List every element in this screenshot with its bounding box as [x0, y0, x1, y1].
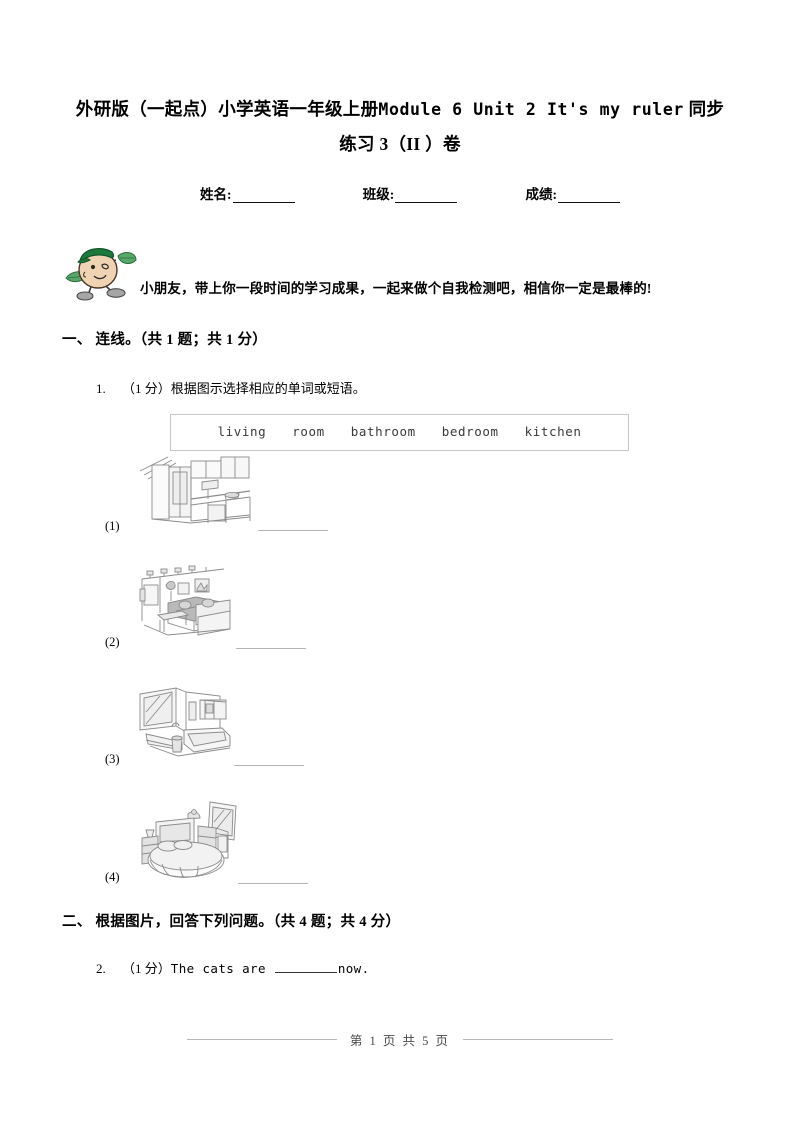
student-name-label: 姓名:	[200, 187, 232, 202]
question-2-number: 2.	[96, 961, 106, 976]
student-name-blank[interactable]	[232, 189, 295, 203]
match-item-3-answer-blank[interactable]	[234, 764, 304, 766]
bedroom-bed-line-drawing-icon	[138, 800, 250, 887]
word-bank-words: living room bathroom bedroom kitchen	[171, 424, 628, 439]
student-score-blank[interactable]	[558, 189, 620, 203]
match-item-1: (1)	[96, 455, 656, 543]
kitchen-line-drawing-icon	[138, 455, 256, 540]
student-class-blank[interactable]	[395, 189, 458, 203]
student-score-field[interactable]: 成绩:	[525, 183, 620, 203]
footer-divider-left	[186, 1039, 337, 1040]
match-item-1-answer-blank[interactable]	[258, 529, 328, 531]
section-heading-two: 二、 根据图片，回答下列问题。（共 4 题；共 4 分）	[62, 914, 401, 930]
student-class-field[interactable]: 班级:	[363, 183, 458, 203]
question-1: 1. （1 分）根据图示选择相应的单词或短语。	[96, 378, 366, 397]
page-title-line1-english: Module 6 Unit 2 It's my ruler	[378, 100, 684, 119]
question-2-points: （1 分）	[122, 961, 171, 976]
match-item-2-label: (2)	[105, 635, 120, 649]
bathroom-bathtub-line-drawing-icon	[138, 682, 244, 767]
word-bank-item-living[interactable]: living	[217, 424, 266, 439]
living-room-sofa-line-drawing-icon	[138, 565, 246, 650]
student-info-row: 姓名: 班级: 成绩:	[200, 183, 620, 203]
cartoon-boy-mascot-icon	[62, 240, 140, 302]
match-item-2: (2)	[96, 565, 656, 658]
footer-page-number: 第 1 页 共 5 页	[349, 1034, 451, 1048]
match-item-4-label: (4)	[105, 870, 120, 884]
section-heading-one: 一、 连线。（共 1 题；共 1 分）	[62, 332, 268, 348]
page-title-line1-prefix: 外研版（一起点）小学英语一年级上册	[75, 99, 379, 119]
match-item-4-answer-blank[interactable]	[238, 882, 308, 884]
word-bank-item-bedroom[interactable]: bedroom	[442, 424, 499, 439]
question-2: 2. （1 分）The cats are now.	[96, 958, 370, 977]
footer-divider-right	[463, 1039, 614, 1040]
match-item-4: (4)	[96, 800, 656, 895]
word-bank-box: living room bathroom bedroom kitchen	[170, 414, 629, 451]
page-footer: 第 1 页 共 5 页	[0, 1030, 800, 1049]
word-bank-item-bathroom[interactable]: bathroom	[351, 424, 416, 439]
match-item-1-label: (1)	[105, 519, 120, 533]
encouragement-text: 小朋友，带上你一段时间的学习成果，一起来做个自我检测吧，相信你一定是最棒的!	[140, 281, 652, 296]
word-bank-item-kitchen[interactable]: kitchen	[525, 424, 582, 439]
student-name-field[interactable]: 姓名:	[200, 183, 295, 203]
question-2-text-before-blank: The cats are	[170, 961, 274, 976]
question-2-text-after-blank: now.	[337, 961, 370, 976]
question-2-answer-blank[interactable]	[274, 961, 337, 973]
page-title-line2: 练习 3（II ）卷	[339, 134, 461, 154]
match-item-3: (3)	[96, 682, 656, 775]
encouragement-banner: 小朋友，带上你一段时间的学习成果，一起来做个自我检测吧，相信你一定是最棒的!	[62, 240, 742, 302]
question-1-prompt: （1 分）根据图示选择相应的单词或短语。	[122, 381, 366, 396]
match-item-3-label: (3)	[105, 752, 120, 766]
page-title-line1-suffix: 同步	[688, 99, 725, 119]
match-item-2-answer-blank[interactable]	[236, 647, 306, 649]
word-bank-item-room[interactable]: room	[292, 424, 325, 439]
page-title: 外研版（一起点）小学英语一年级上册Module 6 Unit 2 It's my…	[60, 92, 740, 161]
student-score-label: 成绩:	[525, 187, 558, 202]
student-class-label: 班级:	[362, 187, 395, 202]
question-1-number: 1.	[96, 381, 106, 396]
